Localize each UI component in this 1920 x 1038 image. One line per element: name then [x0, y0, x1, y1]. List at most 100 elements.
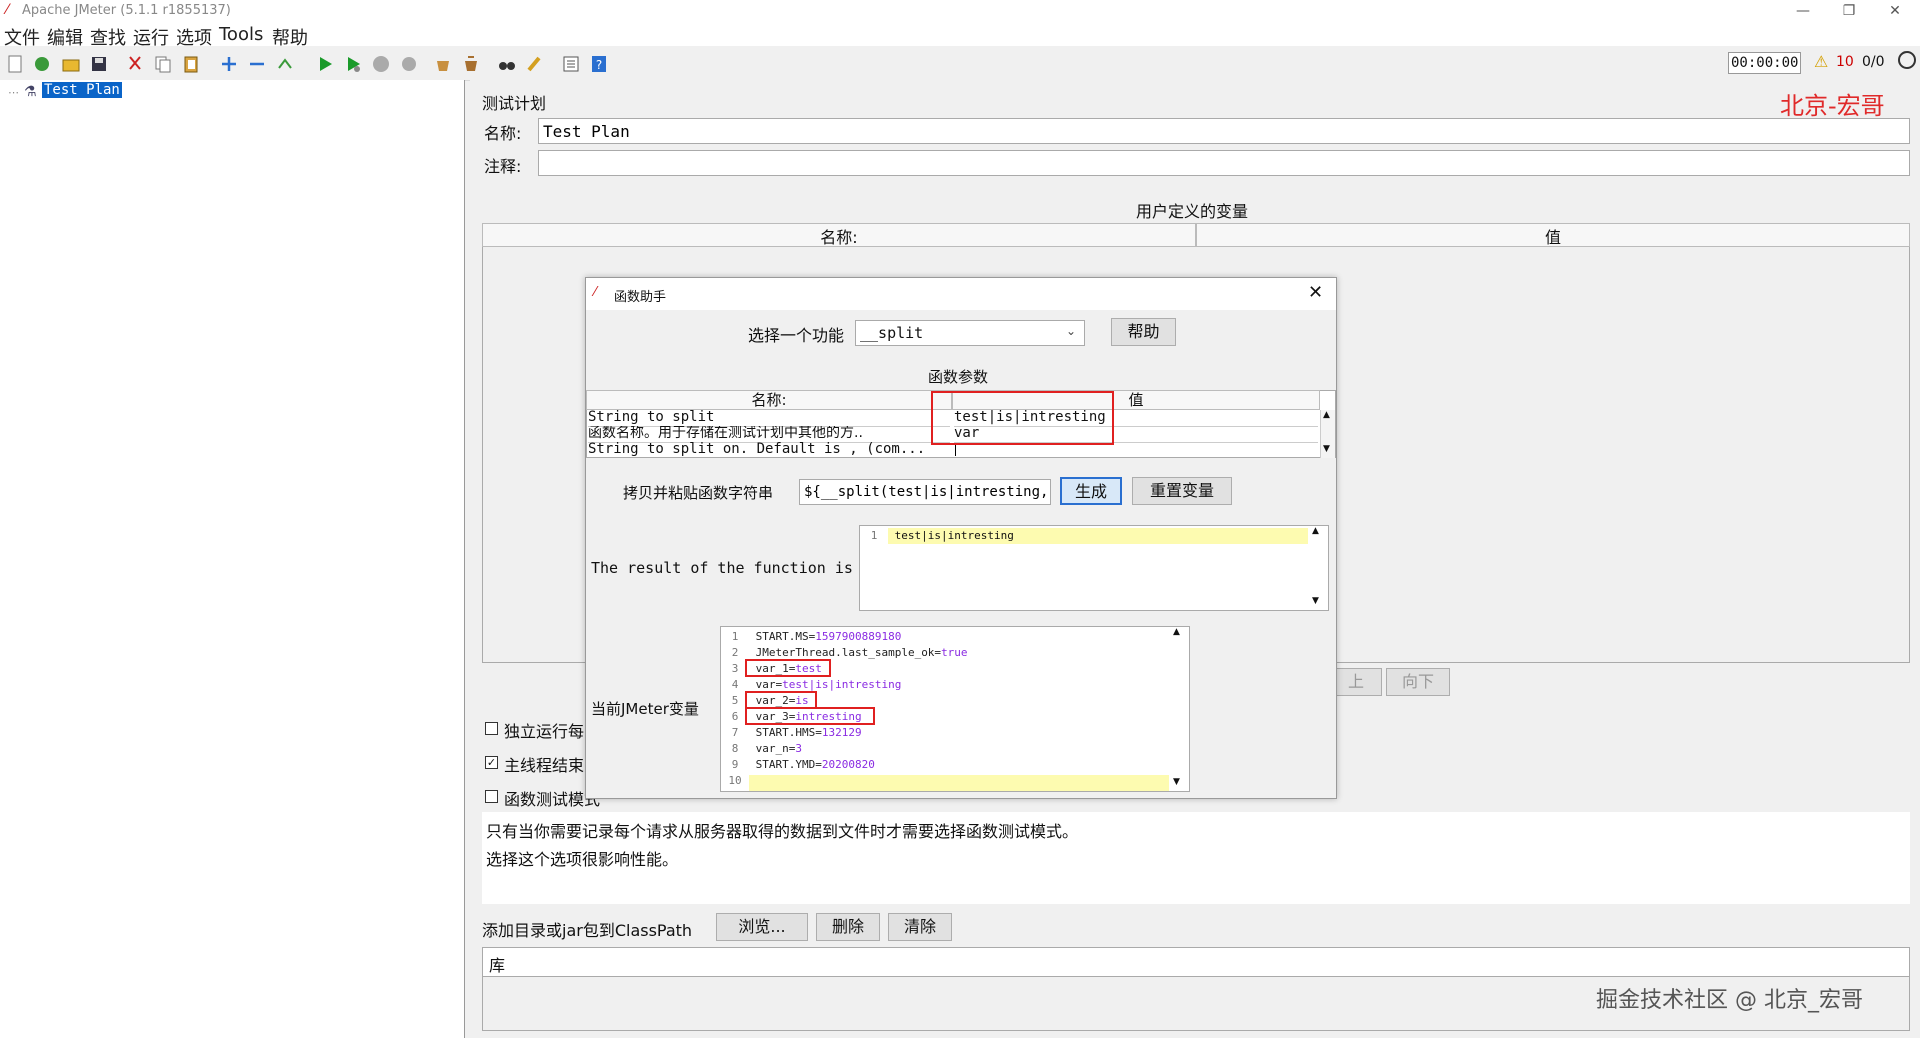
vars-scroll-up-icon[interactable]: ▲ — [1173, 627, 1180, 637]
checkbox-main-thread[interactable]: ✓ — [485, 756, 498, 769]
toggle-icon[interactable] — [274, 53, 296, 75]
copy-icon[interactable] — [152, 53, 174, 75]
jmeter-vars-label: 当前JMeter变量 — [591, 700, 699, 718]
templates-icon[interactable] — [31, 53, 53, 75]
highlight-var-1 — [745, 659, 831, 677]
svg-text:?: ? — [596, 58, 602, 72]
var-line-1: 1 START.MS=1597900889180 — [731, 630, 902, 643]
text-caret — [955, 444, 956, 456]
clear-all-icon[interactable] — [460, 53, 482, 75]
result-line-1-text: test|is|intresting — [894, 529, 1014, 542]
functional-note-line-1: 只有当你需要记录每个请求从服务器取得的数据到文件时才需要选择函数测试模式。 — [486, 822, 1079, 841]
minimize-button[interactable]: — — [1780, 0, 1826, 22]
expand-icon[interactable] — [218, 53, 240, 75]
delete-button[interactable]: 删除 — [816, 913, 880, 941]
function-helper-icon[interactable] — [560, 53, 582, 75]
var-line-8: 8 var_n=3 — [731, 742, 802, 755]
restore-button[interactable]: ❐ — [1826, 0, 1872, 22]
name-label: 名称: — [484, 124, 522, 143]
comment-field[interactable] — [538, 150, 1910, 176]
help-icon[interactable]: ? — [588, 53, 610, 75]
search-binoculars-icon[interactable] — [496, 53, 518, 75]
tree-node-test-plan[interactable]: Test Plan — [42, 82, 122, 98]
highlight-var-3 — [745, 707, 875, 725]
close-window-button[interactable]: ✕ — [1872, 0, 1918, 22]
paste-icon[interactable] — [180, 53, 202, 75]
udv-col-name: 名称: — [482, 223, 1196, 247]
dialog-title-bar: ⁄ 函数助手 ✕ — [586, 278, 1336, 310]
remote-status-icon — [1898, 51, 1916, 69]
checkbox-independent-label: 独立运行每 — [504, 722, 585, 741]
var-line-9: 9 START.YMD=20200820 — [731, 758, 875, 771]
param-name-1: String to split — [588, 410, 950, 427]
save-icon[interactable] — [88, 53, 110, 75]
library-header-label: 库 — [489, 956, 506, 975]
checkbox-independent[interactable] — [485, 722, 498, 735]
start-icon[interactable] — [314, 53, 336, 75]
shutdown-icon[interactable] — [398, 53, 420, 75]
jmeter-vars-output[interactable]: 1 START.MS=1597900889180 2 JMeterThread.… — [720, 626, 1190, 792]
new-icon[interactable] — [4, 53, 26, 75]
vars-line-highlight — [749, 775, 1169, 791]
open-icon[interactable] — [60, 53, 82, 75]
result-scroll-down-icon[interactable]: ▼ — [1312, 596, 1319, 606]
window-title-bar: ⁄ Apache JMeter (5.1.1 r1855137) — ❐ ✕ — [0, 0, 1920, 22]
functional-note-line-2: 选择这个选项很影响性能。 — [486, 850, 679, 869]
vars-scroll-down-icon[interactable]: ▼ — [1173, 777, 1180, 787]
checkbox-main-thread-label: 主线程结束 — [504, 756, 585, 775]
comment-label: 注释: — [484, 157, 522, 176]
scroll-up-icon[interactable]: ▲ — [1323, 410, 1330, 420]
elapsed-timer: 00:00:00 — [1728, 52, 1802, 74]
dialog-title: 函数助手 — [614, 290, 667, 305]
result-line-1: 1 test|is|intresting — [870, 529, 1014, 542]
jmeter-feather-icon: ⁄ — [6, 2, 9, 18]
collapse-icon[interactable] — [246, 53, 268, 75]
param-name-3: String to split on. Default is , (com... — [588, 442, 926, 457]
scroll-down-icon[interactable]: ▼ — [1323, 444, 1330, 454]
clear-icon[interactable] — [432, 53, 454, 75]
clear-button[interactable]: 清除 — [888, 913, 952, 941]
test-plan-node-icon: ⚗ — [24, 84, 37, 100]
help-button[interactable]: 帮助 — [1111, 318, 1176, 346]
function-helper-dialog: ⁄ 函数助手 ✕ 选择一个功能 __split ⌄ 帮助 函数参数 名称: 值 … — [585, 277, 1337, 799]
reset-variables-button[interactable]: 重置变量 — [1132, 477, 1232, 505]
params-scrollbar[interactable]: ▲ ▼ — [1320, 410, 1335, 458]
var-line-7: 7 START.HMS=132129 — [731, 726, 862, 739]
checkbox-functional[interactable] — [485, 790, 498, 803]
move-down-button[interactable]: 向下 — [1386, 668, 1450, 696]
library-header: 库 — [482, 947, 1910, 977]
brand-watermark: 北京-宏哥 — [1780, 92, 1885, 120]
thread-count: 0/0 — [1862, 54, 1885, 70]
function-string-field[interactable] — [799, 479, 1051, 505]
browse-button[interactable]: 浏览... — [716, 913, 808, 941]
params-col-name: 名称: — [586, 390, 952, 410]
copy-paste-label: 拷贝并粘贴函数字符串 — [623, 484, 774, 502]
start-no-pause-icon[interactable] — [342, 53, 364, 75]
toolbar: ? 00:00:00 ⚠ 10 0/0 — [0, 46, 1920, 81]
result-scroll-up-icon[interactable]: ▲ — [1312, 526, 1319, 536]
generate-button[interactable]: 生成 — [1060, 477, 1122, 505]
function-select[interactable]: __split ⌄ — [855, 320, 1085, 346]
section-title: 测试计划 — [482, 94, 547, 113]
chevron-down-icon: ⌄ — [1066, 324, 1077, 338]
move-up-button[interactable]: 上 — [1330, 668, 1382, 696]
tree-connector-icon: ⋯ — [8, 86, 19, 99]
cut-icon[interactable] — [124, 53, 146, 75]
menu-bar: 文件 编辑 查找 运行 选项 Tools 帮助 — [0, 22, 1920, 49]
footer-watermark: 掘金技术社区 @ 北京_宏哥 — [1596, 988, 1863, 1013]
param-name-2: 函数名称。用于存储在测试计划中其他的方.. — [588, 426, 950, 443]
dialog-close-icon[interactable]: ✕ — [1308, 282, 1323, 303]
warning-icon[interactable]: ⚠ — [1814, 52, 1828, 71]
functional-note-box: 只有当你需要记录每个请求从服务器取得的数据到文件时才需要选择函数测试模式。 选择… — [482, 812, 1910, 904]
warning-count: 10 — [1836, 54, 1854, 70]
result-output[interactable]: 1 test|is|intresting ▲ ▼ — [859, 525, 1329, 611]
stop-icon[interactable] — [370, 53, 392, 75]
udv-title: 用户定义的变量 — [1136, 202, 1249, 221]
window-title: Apache JMeter (5.1.1 r1855137) — [22, 3, 231, 18]
var-line-10: 10 — [728, 774, 742, 787]
menu-tools[interactable]: Tools — [219, 24, 263, 45]
name-field[interactable] — [538, 118, 1910, 144]
function-select-value: __split — [860, 324, 924, 342]
result-label: The result of the function is — [591, 559, 853, 577]
reset-search-icon[interactable] — [524, 53, 546, 75]
